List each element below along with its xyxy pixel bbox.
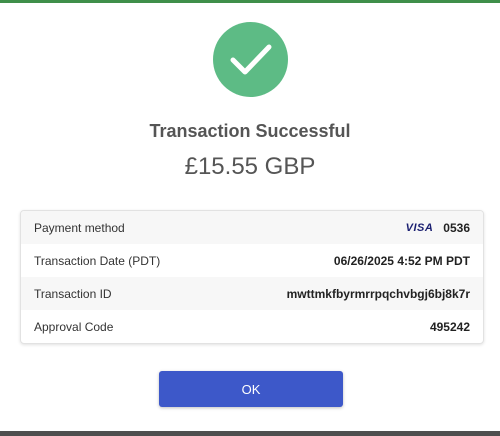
visa-logo-icon: VISA [405, 221, 434, 234]
approval-code-row: Approval Code 495242 [21, 310, 483, 343]
payment-method-value: VISA 0536 [406, 221, 470, 235]
payment-method-row: Payment method VISA 0536 [21, 211, 483, 244]
transaction-amount: £15.55 GBP [184, 153, 316, 180]
transaction-id-value: mwttmkfbyrmrrpqchvbgj6bj8k7r [286, 286, 470, 301]
payment-method-label: Payment method [34, 220, 125, 235]
transaction-date-value: 06/26/2025 4:52 PM PDT [333, 253, 470, 268]
approval-code-label: Approval Code [34, 319, 114, 334]
card-last4: 0536 [443, 220, 470, 235]
page-title: Transaction Successful [149, 121, 351, 141]
transaction-id-row: Transaction ID mwttmkfbyrmrrpqchvbgj6bj8… [21, 277, 483, 310]
checkmark-icon [230, 44, 271, 74]
success-circle [213, 22, 288, 97]
ok-button[interactable]: OK [159, 371, 343, 407]
background-overlay [0, 431, 500, 436]
transaction-dialog: Transaction Successful £15.55 GBP Paymen… [0, 0, 500, 431]
transaction-date-row: Transaction Date (PDT) 06/26/2025 4:52 P… [21, 244, 483, 277]
transaction-date-label: Transaction Date (PDT) [34, 253, 161, 268]
transaction-id-label: Transaction ID [34, 286, 112, 301]
approval-code-value: 495242 [429, 319, 470, 334]
transaction-details: Payment method VISA 0536 Transaction Dat… [20, 210, 484, 344]
